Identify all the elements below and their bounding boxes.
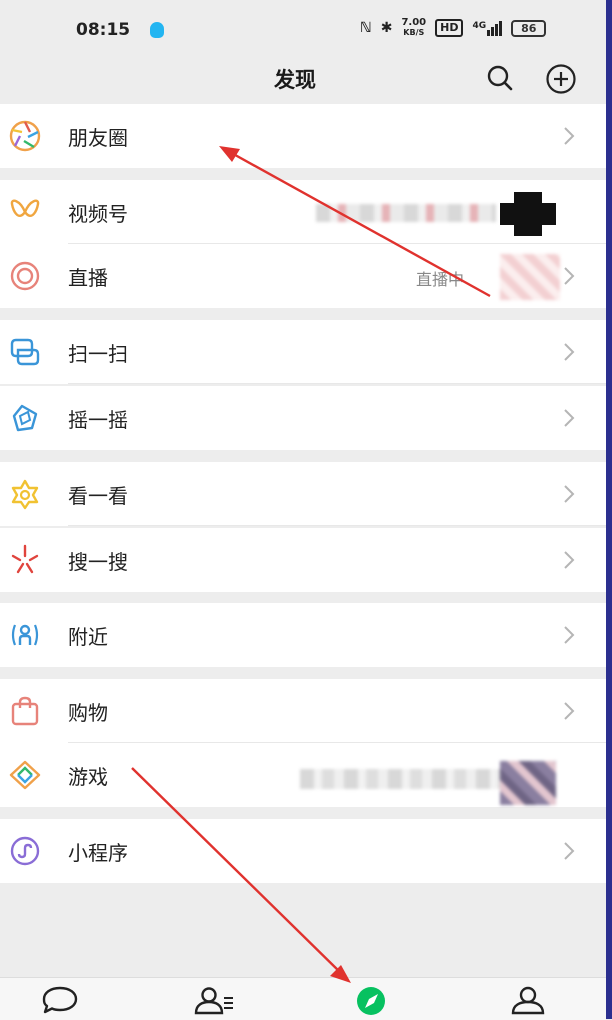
- menu-item-channels[interactable]: 视频号: [0, 180, 606, 244]
- live-redacted-avatar: [500, 254, 560, 300]
- games-diamond-icon: [9, 760, 41, 790]
- nfc-icon: ℕ: [360, 20, 372, 36]
- top-stories-icon: [11, 479, 39, 510]
- games-label: 游戏: [68, 765, 108, 789]
- live-rings-icon: [10, 261, 40, 291]
- contacts-icon[interactable]: [192, 984, 236, 1016]
- games-redacted-preview: [300, 769, 510, 789]
- chevron-right-icon: [564, 551, 575, 569]
- row-divider: [68, 383, 606, 384]
- live-status: 直播中: [416, 270, 465, 289]
- channels-label: 视频号: [68, 202, 128, 226]
- row-divider: [68, 525, 606, 526]
- chevron-right-icon: [564, 267, 575, 285]
- chevron-right-icon: [564, 343, 575, 361]
- top-stories-label: 看一看: [68, 484, 128, 508]
- scan-label: 扫一扫: [68, 342, 128, 366]
- search-label: 搜一搜: [68, 550, 128, 574]
- status-icons: ℕ ✱ 7.00 KB/S HD 4G 86: [360, 17, 547, 38]
- menu-item-games[interactable]: 游戏: [0, 743, 606, 807]
- channels-redacted-avatar: [500, 192, 556, 236]
- plus-circle-icon[interactable]: [545, 63, 577, 95]
- bluetooth-icon: ✱: [380, 20, 393, 36]
- search-icon[interactable]: [486, 64, 514, 92]
- status-bar: 08:15 ℕ ✱ 7.00 KB/S HD 4G 86: [0, 0, 606, 58]
- menu-item-shake[interactable]: 摇一摇: [0, 386, 606, 450]
- nearby-label: 附近: [68, 625, 108, 649]
- net-speed: 7.00 KB/S: [401, 17, 427, 38]
- status-time: 08:15: [76, 20, 131, 40]
- menu-item-mini-programs[interactable]: 小程序: [0, 819, 606, 883]
- menu-item-scan[interactable]: 扫一扫: [0, 320, 606, 384]
- discover-compass-icon[interactable]: [349, 984, 393, 1016]
- live-label: 直播: [68, 266, 108, 290]
- shopping-label: 购物: [68, 701, 108, 725]
- menu-item-top-stories[interactable]: 看一看: [0, 462, 606, 526]
- scan-icon: [10, 338, 40, 366]
- discover-header: 发现: [0, 58, 606, 102]
- search-star-icon: [11, 544, 39, 574]
- hd-badge: HD: [435, 19, 464, 37]
- chevron-right-icon: [564, 409, 575, 427]
- bottom-tab-bar: [0, 977, 606, 1020]
- menu-item-live[interactable]: 直播 直播中: [0, 244, 606, 308]
- screen-frame-edge: [606, 0, 612, 1019]
- mini-programs-label: 小程序: [68, 841, 128, 865]
- menu-item-shopping[interactable]: 购物: [0, 679, 606, 743]
- nearby-icon: [11, 624, 39, 646]
- menu-item-search[interactable]: 搜一搜: [0, 528, 606, 592]
- shopping-bag-icon: [11, 696, 39, 726]
- channels-redacted-preview: [316, 204, 496, 222]
- chevron-right-icon: [564, 842, 575, 860]
- shake-label: 摇一摇: [68, 408, 128, 432]
- shake-icon: [12, 404, 38, 432]
- chevron-right-icon: [564, 702, 575, 720]
- channels-butterfly-icon: [10, 199, 40, 217]
- mini-programs-icon: [10, 836, 40, 866]
- chevron-right-icon: [564, 485, 575, 503]
- chevron-right-icon: [564, 626, 575, 644]
- battery-indicator: 86: [511, 19, 547, 37]
- signal-icon: 4G: [472, 20, 503, 36]
- moments-label: 朋友圈: [68, 126, 128, 150]
- me-person-icon[interactable]: [506, 984, 550, 1016]
- games-redacted-image: [500, 761, 556, 805]
- chevron-right-icon: [564, 127, 575, 145]
- qq-notification-icon: [150, 22, 164, 38]
- moments-aperture-icon: [9, 120, 41, 152]
- chat-bubble-icon[interactable]: [38, 984, 82, 1016]
- menu-item-moments[interactable]: 朋友圈: [0, 104, 606, 168]
- menu-item-nearby[interactable]: 附近: [0, 603, 606, 667]
